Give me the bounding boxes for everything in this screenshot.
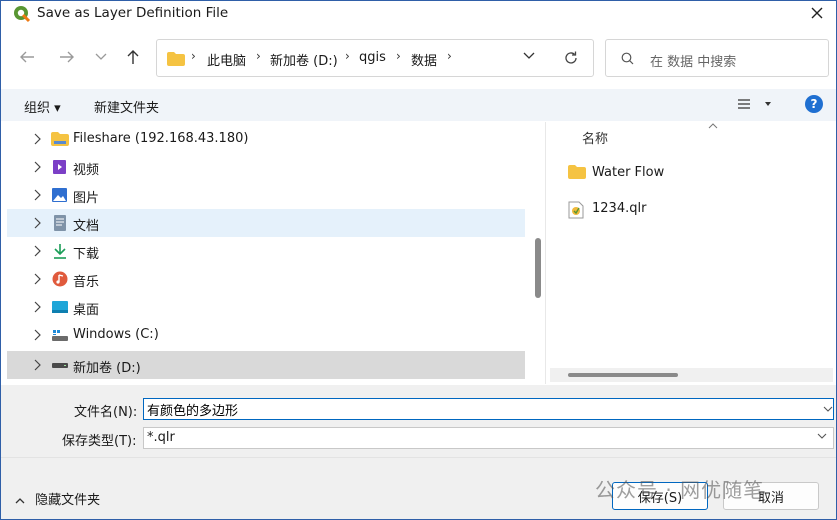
nav-scrollbar[interactable] bbox=[535, 238, 541, 298]
documents-icon bbox=[54, 215, 66, 231]
nav-item-label: 音乐 bbox=[73, 275, 100, 290]
chevron-right-icon[interactable] bbox=[33, 245, 41, 257]
search-icon bbox=[621, 52, 634, 65]
scrollbar-thumb[interactable] bbox=[568, 373, 678, 377]
breadcrumb-separator: › bbox=[345, 49, 350, 63]
chevron-right-icon[interactable] bbox=[33, 161, 41, 173]
breadcrumb-drive-d[interactable]: 新加卷 (D:) bbox=[270, 50, 338, 69]
folder-icon bbox=[167, 52, 185, 66]
close-icon bbox=[811, 7, 823, 19]
chevron-right-icon[interactable] bbox=[33, 301, 41, 313]
nav-item-fileshare[interactable]: Fileshare (192.168.43.180) bbox=[7, 125, 525, 153]
nav-item-label: 文档 bbox=[73, 219, 100, 234]
breadcrumb-data[interactable]: 数据 bbox=[411, 50, 437, 69]
desktop-icon bbox=[52, 301, 68, 313]
chevron-right-icon[interactable] bbox=[33, 217, 41, 229]
filetype-value: *.qlr bbox=[147, 430, 175, 445]
search-placeholder: 在 数据 中搜索 bbox=[650, 55, 737, 70]
pictures-icon bbox=[52, 188, 67, 202]
filetype-select[interactable]: *.qlr bbox=[143, 427, 834, 449]
nav-item-desktop[interactable]: 桌面 bbox=[7, 293, 525, 321]
navigation-pane: Fileshare (192.168.43.180) 视频 图片 文档 下载 音… bbox=[5, 122, 545, 384]
breadcrumb-separator: › bbox=[191, 49, 196, 63]
nav-item-label: 下载 bbox=[73, 247, 100, 262]
qgis-logo-icon bbox=[14, 6, 31, 23]
hide-folders-label: 隐藏文件夹 bbox=[35, 493, 101, 508]
breadcrumb-this-pc[interactable]: 此电脑 bbox=[207, 50, 246, 69]
videos-icon bbox=[53, 160, 66, 174]
nav-item-music[interactable]: 音乐 bbox=[7, 265, 525, 293]
command-bar: 组织 ▾ 新建文件夹 ? bbox=[1, 89, 836, 121]
downloads-icon bbox=[54, 244, 66, 259]
window-title: Save as Layer Definition File bbox=[37, 5, 229, 21]
organize-button[interactable]: 组织 ▾ bbox=[24, 97, 61, 116]
dialog-footer: 隐藏文件夹 保存(S) 取消 公众号 · 网优随笔 bbox=[1, 457, 836, 519]
chevron-down-icon[interactable] bbox=[523, 52, 535, 60]
network-folder-icon bbox=[51, 132, 69, 146]
column-header-name[interactable]: 名称 bbox=[582, 128, 608, 147]
filetype-label: 保存类型(T): bbox=[62, 434, 137, 449]
title-bar: Save as Layer Definition File bbox=[1, 1, 836, 27]
breadcrumb-separator: › bbox=[396, 49, 401, 63]
chevron-down-icon[interactable] bbox=[823, 406, 833, 413]
up-button[interactable] bbox=[121, 45, 145, 69]
nav-item-downloads[interactable]: 下载 bbox=[7, 237, 525, 265]
folder-icon bbox=[568, 165, 586, 179]
nav-item-label: Fileshare (192.168.43.180) bbox=[73, 131, 249, 146]
chevron-right-icon[interactable] bbox=[33, 133, 41, 145]
chevron-down-icon bbox=[95, 53, 107, 60]
horizontal-scrollbar[interactable] bbox=[550, 368, 833, 382]
help-icon[interactable]: ? bbox=[805, 95, 823, 113]
new-folder-button[interactable]: 新建文件夹 bbox=[94, 97, 159, 116]
chevron-right-icon[interactable] bbox=[33, 329, 41, 341]
refresh-icon[interactable] bbox=[563, 50, 579, 66]
filename-input[interactable] bbox=[143, 398, 834, 420]
file-list: 名称 Water Flow 1234.qlr bbox=[545, 122, 836, 384]
nav-item-label: 新加卷 (D:) bbox=[73, 361, 141, 376]
recent-locations-button[interactable] bbox=[89, 45, 113, 69]
sort-ascending-icon bbox=[708, 123, 718, 129]
drive-d-icon bbox=[52, 363, 68, 368]
forward-button[interactable] bbox=[55, 45, 79, 69]
search-box[interactable]: 在 数据 中搜索 bbox=[605, 39, 829, 77]
arrow-right-icon bbox=[60, 51, 74, 63]
breadcrumb-qgis[interactable]: qgis bbox=[359, 50, 386, 65]
chevron-right-icon[interactable] bbox=[33, 189, 41, 201]
chevron-down-icon bbox=[817, 433, 827, 439]
save-dialog: Save as Layer Definition File › 此电脑 › 新加… bbox=[0, 0, 837, 520]
hide-folders-toggle[interactable]: 隐藏文件夹 bbox=[15, 489, 100, 508]
arrow-left-icon bbox=[20, 51, 34, 63]
filename-label: 文件名(N): bbox=[74, 405, 138, 420]
chevron-right-icon[interactable] bbox=[33, 273, 41, 285]
view-options-icon[interactable] bbox=[737, 98, 773, 110]
nav-item-videos[interactable]: 视频 bbox=[7, 153, 525, 181]
save-form: 文件名(N): 保存类型(T): *.qlr bbox=[1, 385, 836, 457]
drive-c-icon bbox=[52, 330, 68, 341]
nav-item-drive-d[interactable]: 新加卷 (D:) bbox=[7, 351, 525, 379]
file-name: 1234.qlr bbox=[592, 201, 647, 216]
breadcrumb-separator: › bbox=[256, 49, 261, 63]
nav-item-label: Windows (C:) bbox=[73, 327, 159, 342]
watermark: 公众号 · 网优随笔 bbox=[595, 478, 765, 502]
music-icon bbox=[52, 271, 68, 287]
arrow-up-icon bbox=[127, 50, 139, 64]
back-button[interactable] bbox=[15, 45, 39, 69]
qlr-file-icon bbox=[568, 201, 584, 219]
nav-item-drive-c[interactable]: Windows (C:) bbox=[7, 321, 525, 349]
nav-item-pictures[interactable]: 图片 bbox=[7, 181, 525, 209]
chevron-right-icon[interactable] bbox=[33, 359, 41, 371]
nav-item-label: 图片 bbox=[73, 191, 100, 206]
nav-item-documents[interactable]: 文档 bbox=[7, 209, 525, 237]
nav-item-label: 桌面 bbox=[73, 303, 100, 318]
nav-item-label: 视频 bbox=[73, 163, 100, 178]
breadcrumb-separator: › bbox=[447, 49, 452, 63]
chevron-up-icon bbox=[15, 498, 25, 504]
close-button[interactable] bbox=[802, 1, 832, 25]
address-bar[interactable]: › 此电脑 › 新加卷 (D:) › qgis › 数据 › bbox=[156, 39, 594, 77]
file-name: Water Flow bbox=[592, 165, 665, 180]
